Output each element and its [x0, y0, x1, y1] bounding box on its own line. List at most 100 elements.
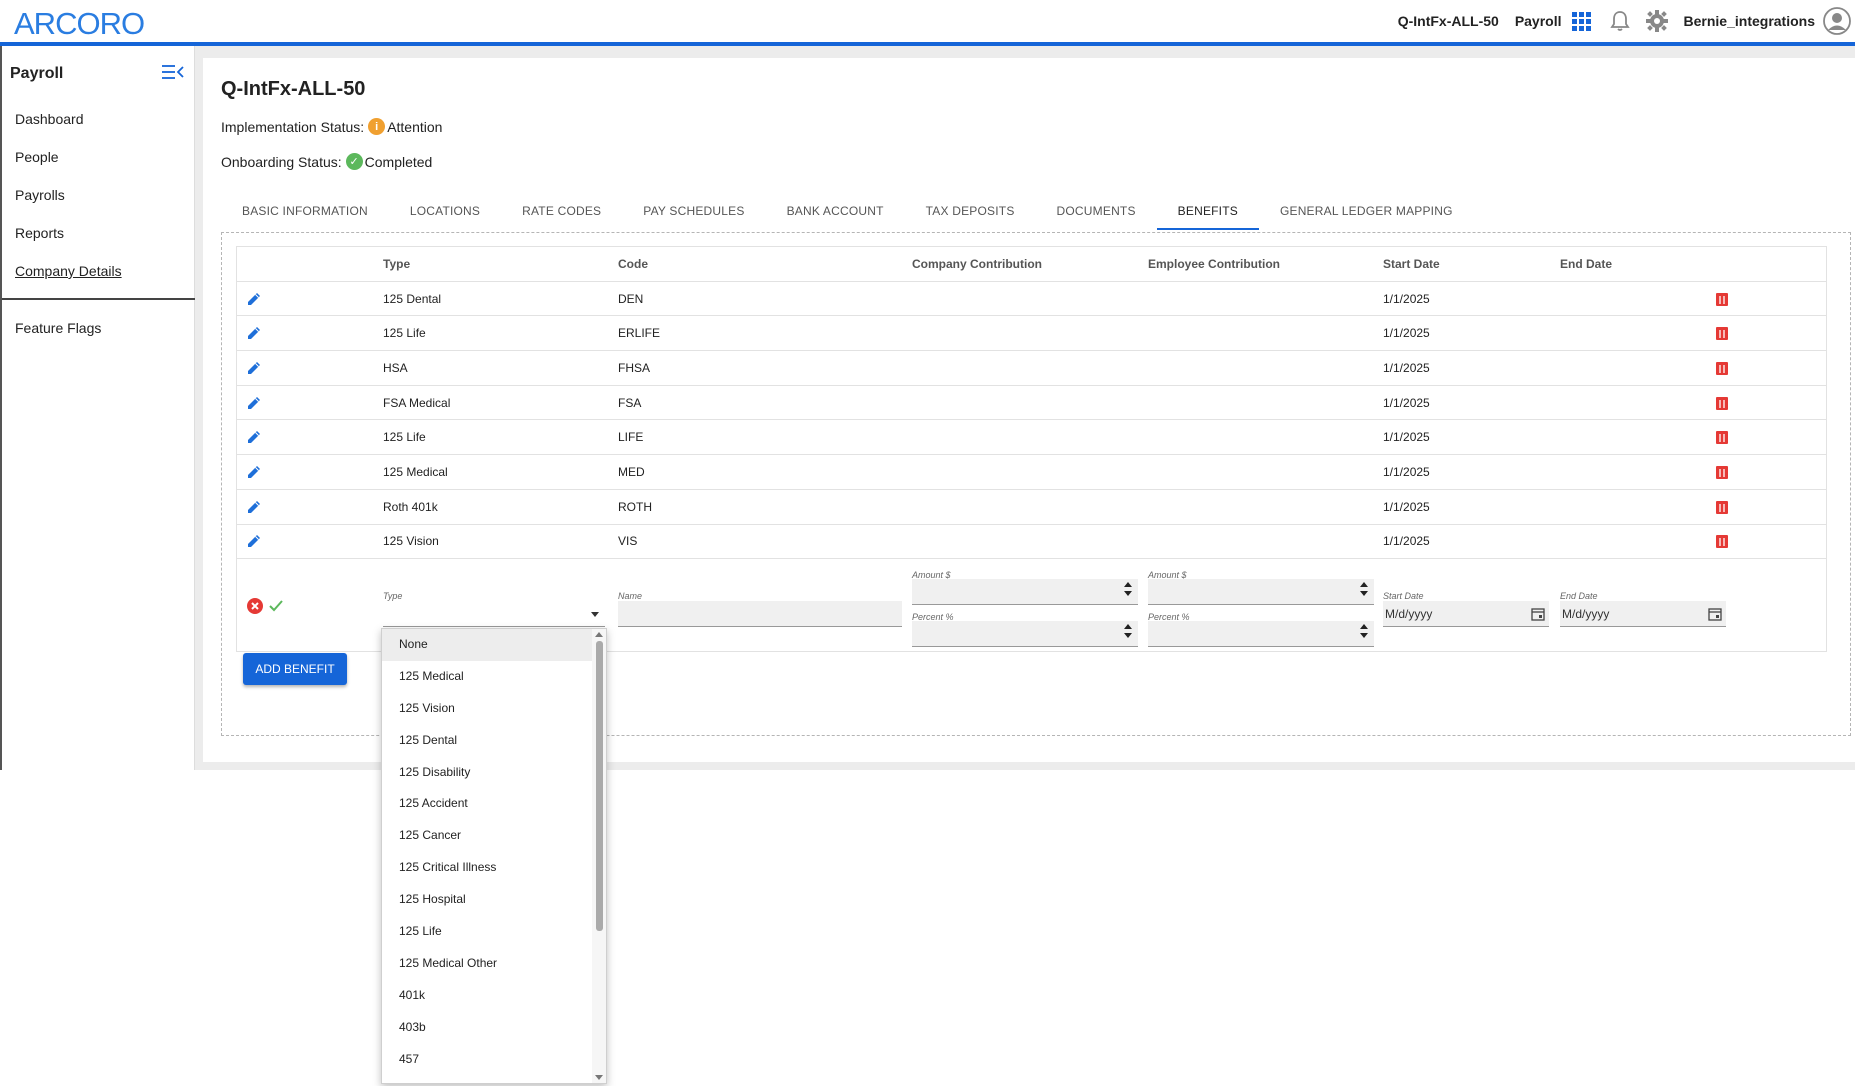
stepper-arrows-icon[interactable]: [1360, 624, 1368, 642]
arcoro-logo[interactable]: ARCORO: [14, 6, 145, 42]
cell-type: FSA Medical: [383, 395, 451, 410]
cell-type: 125 Vision: [383, 534, 439, 549]
sidebar-item-label: Reports: [15, 225, 65, 241]
sidebar-item-feature-flags[interactable]: Feature Flags: [2, 300, 194, 356]
employee-amount-input[interactable]: [1148, 579, 1374, 606]
delete-trash-icon[interactable]: [1715, 420, 1729, 454]
dropdown-option[interactable]: 125 Vision: [382, 693, 606, 725]
cell-type: Roth 401k: [383, 499, 438, 514]
dropdown-option[interactable]: 125 Medical Other: [382, 948, 606, 980]
dropdown-option[interactable]: 125 Medical: [382, 661, 606, 693]
table-header: Type Code Company Contribution Employee …: [237, 247, 1826, 282]
header-company-name[interactable]: Q-IntFx-ALL-50: [1398, 13, 1499, 29]
cell-type: HSA: [383, 360, 408, 375]
dropdown-option[interactable]: 125 Accident: [382, 788, 606, 820]
edit-pencil-icon[interactable]: [246, 455, 262, 489]
stepper-arrows-icon[interactable]: [1360, 582, 1368, 600]
edit-pencil-icon[interactable]: [246, 490, 262, 524]
add-benefit-button[interactable]: ADD BENEFIT: [243, 653, 347, 685]
dropdown-option[interactable]: None: [382, 629, 606, 661]
employee-percent-input[interactable]: [1148, 621, 1374, 648]
tab-bank-account[interactable]: BANK ACCOUNT: [766, 192, 905, 230]
column-header-company-contribution[interactable]: Company Contribution: [912, 247, 1042, 281]
tab-tax-deposits[interactable]: TAX DEPOSITS: [905, 192, 1036, 230]
scroll-down-icon[interactable]: [595, 1075, 603, 1080]
tab-documents[interactable]: DOCUMENTS: [1036, 192, 1157, 230]
dropdown-option[interactable]: 403b: [382, 1012, 606, 1044]
cell-code: FHSA: [618, 360, 651, 375]
cell-start: 1/1/2025: [1383, 360, 1430, 375]
dropdown-option[interactable]: 125 Life: [382, 916, 606, 948]
company-amount-input[interactable]: [912, 579, 1138, 606]
dropdown-option[interactable]: 457: [382, 1044, 606, 1076]
tab-basic-information[interactable]: BASIC INFORMATION: [221, 192, 389, 230]
collapse-menu-icon[interactable]: [162, 64, 184, 85]
cell-code: LIFE: [618, 430, 644, 445]
tab-general-ledger-mapping[interactable]: GENERAL LEDGER MAPPING: [1259, 192, 1474, 230]
avatar[interactable]: [1823, 6, 1853, 36]
delete-trash-icon[interactable]: [1715, 316, 1729, 350]
dropdown-option[interactable]: 125 Hospital: [382, 884, 606, 916]
tab-benefits[interactable]: BENEFITS: [1156, 192, 1259, 230]
column-header-start-date[interactable]: Start Date: [1383, 247, 1440, 281]
sidebar-item-label: Dashboard: [15, 111, 84, 127]
onboarding-status: Onboarding Status: ✓ Completed: [221, 153, 432, 170]
bell-icon[interactable]: [1609, 10, 1630, 32]
app-grid-icon[interactable]: [1571, 12, 1592, 31]
dropdown-option[interactable]: 401k: [382, 980, 606, 1012]
type-dropdown-menu[interactable]: None 125 Medical 125 Vision 125 Dental 125 D…: [381, 628, 607, 1084]
dropdown-option[interactable]: 125 Critical Illness: [382, 852, 606, 884]
chevron-down-icon: [591, 612, 599, 618]
delete-trash-icon[interactable]: [1715, 490, 1729, 524]
scrollbar-thumb[interactable]: [596, 641, 603, 931]
scroll-up-icon[interactable]: [595, 632, 603, 637]
stepper-arrows-icon[interactable]: [1124, 624, 1132, 642]
tab-pay-schedules[interactable]: PAY SCHEDULES: [622, 192, 765, 230]
cell-code: DEN: [618, 291, 644, 306]
company-percent-input[interactable]: [912, 621, 1138, 648]
column-header-code[interactable]: Code: [618, 247, 648, 281]
benefits-table: Type Code Company Contribution Employee …: [236, 246, 1827, 653]
column-header-employee-contribution[interactable]: Employee Contribution: [1148, 247, 1280, 281]
column-header-end-date[interactable]: End Date: [1560, 247, 1612, 281]
delete-trash-icon[interactable]: [1715, 386, 1729, 420]
type-select[interactable]: [383, 601, 605, 628]
stepper-arrows-icon[interactable]: [1124, 582, 1132, 600]
edit-pencil-icon[interactable]: [246, 386, 262, 420]
cancel-icon[interactable]: [246, 597, 264, 618]
delete-trash-icon[interactable]: [1715, 525, 1729, 559]
start-date-input[interactable]: M/d/yyyy: [1383, 601, 1549, 628]
table-row: 125 Life ERLIFE 1/1/2025: [237, 316, 1826, 352]
sidebar-item-label: People: [15, 149, 59, 165]
column-header-type[interactable]: Type: [383, 247, 410, 281]
delete-trash-icon[interactable]: [1715, 455, 1729, 489]
edit-pencil-icon[interactable]: [246, 525, 262, 559]
header-username[interactable]: Bernie_integrations: [1684, 13, 1815, 29]
delete-trash-icon[interactable]: [1715, 282, 1729, 316]
gear-icon[interactable]: [1645, 10, 1668, 32]
sidebar-item-label: Payrolls: [15, 187, 65, 203]
sidebar-item-dashboard[interactable]: Dashboard: [2, 100, 194, 138]
edit-pencil-icon[interactable]: [246, 282, 262, 316]
calendar-icon[interactable]: [1708, 607, 1722, 624]
name-input[interactable]: [618, 601, 902, 628]
dropdown-option[interactable]: 125 Dental: [382, 725, 606, 757]
dropdown-option[interactable]: 125 Cancer: [382, 820, 606, 852]
sidebar-item-company-details[interactable]: Company Details: [2, 252, 194, 290]
sidebar-item-reports[interactable]: Reports: [2, 214, 194, 252]
sidebar-item-payrolls[interactable]: Payrolls: [2, 176, 194, 214]
end-date-input[interactable]: M/d/yyyy: [1560, 601, 1726, 628]
tab-locations[interactable]: LOCATIONS: [389, 192, 501, 230]
cell-code: FSA: [618, 395, 642, 410]
dropdown-option[interactable]: 125 Disability: [382, 757, 606, 789]
tab-rate-codes[interactable]: RATE CODES: [501, 192, 622, 230]
dropdown-scrollbar[interactable]: [592, 629, 606, 1083]
sidebar-item-people[interactable]: People: [2, 138, 194, 176]
calendar-icon[interactable]: [1531, 607, 1545, 624]
edit-pencil-icon[interactable]: [246, 316, 262, 350]
header-product-name[interactable]: Payroll: [1515, 13, 1562, 29]
edit-pencil-icon[interactable]: [246, 351, 262, 385]
confirm-check-icon[interactable]: [268, 598, 284, 617]
delete-trash-icon[interactable]: [1715, 351, 1729, 385]
edit-pencil-icon[interactable]: [246, 420, 262, 454]
